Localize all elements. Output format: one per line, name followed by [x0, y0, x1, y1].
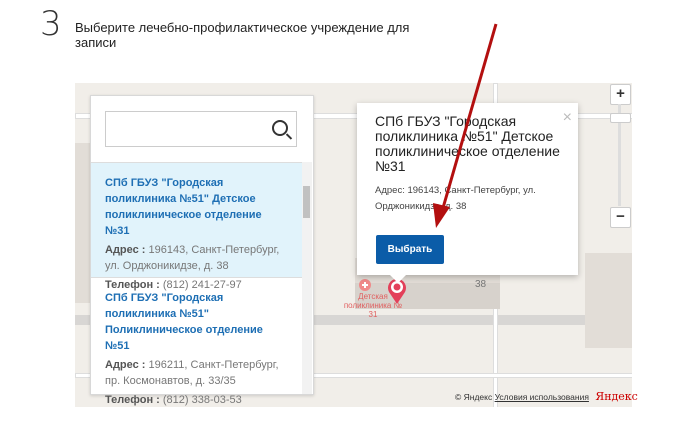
search-icon[interactable] [272, 120, 288, 136]
balloon-title: СПб ГБУЗ "Городская поликлиника №51" Дет… [375, 113, 560, 174]
clinic-phone: (812) 338-03-53 [162, 394, 242, 406]
list-item[interactable]: СПб ГБУЗ "Городская поликлиника №51" Дет… [91, 162, 302, 291]
clinic-balloon: СПб ГБУЗ "Городская поликлиника №51" Дет… [357, 103, 578, 283]
scrollbar-thumb[interactable] [303, 186, 310, 218]
clinic-name[interactable]: СПб ГБУЗ "Городская поликлиника №51" Дет… [105, 175, 288, 239]
step-title: Выберите лечебно-профилактическое учрежд… [75, 20, 410, 50]
address-label: Адрес : [105, 359, 146, 371]
terms-link[interactable]: Условия использования [495, 392, 589, 402]
close-icon[interactable]: × [563, 109, 572, 127]
clinic-name[interactable]: СПб ГБУЗ "Городская поликлиника №51" Пол… [105, 290, 288, 354]
zoom-in-button[interactable]: + [610, 84, 631, 105]
zoom-out-button[interactable]: − [610, 207, 631, 228]
select-button[interactable]: Выбрать [376, 235, 444, 264]
phone-label: Телефон : [105, 394, 160, 406]
address-label: Адрес : [105, 244, 146, 256]
map-copyright: © Яндекс Условия использования Яндекс [455, 390, 638, 403]
hospital-icon [359, 279, 371, 291]
balloon-address: Адрес: 196143, Санкт-Петербург, ул. Ордж… [375, 185, 536, 212]
search-input[interactable] [110, 112, 274, 146]
copyright-text: © Яндекс [455, 392, 493, 402]
house-number: 38 [475, 279, 487, 290]
zoom-slider-handle[interactable] [610, 113, 631, 123]
step-number: 3 [40, 4, 62, 44]
yandex-logo[interactable]: Яндекс [595, 390, 638, 403]
clinic-list-panel: СПб ГБУЗ "Городская поликлиника №51" Дет… [90, 95, 314, 406]
list-item[interactable]: СПб ГБУЗ "Городская поликлиника №51" Пол… [91, 277, 302, 406]
search-field[interactable] [105, 111, 297, 147]
list-scrollbar[interactable] [302, 162, 312, 394]
